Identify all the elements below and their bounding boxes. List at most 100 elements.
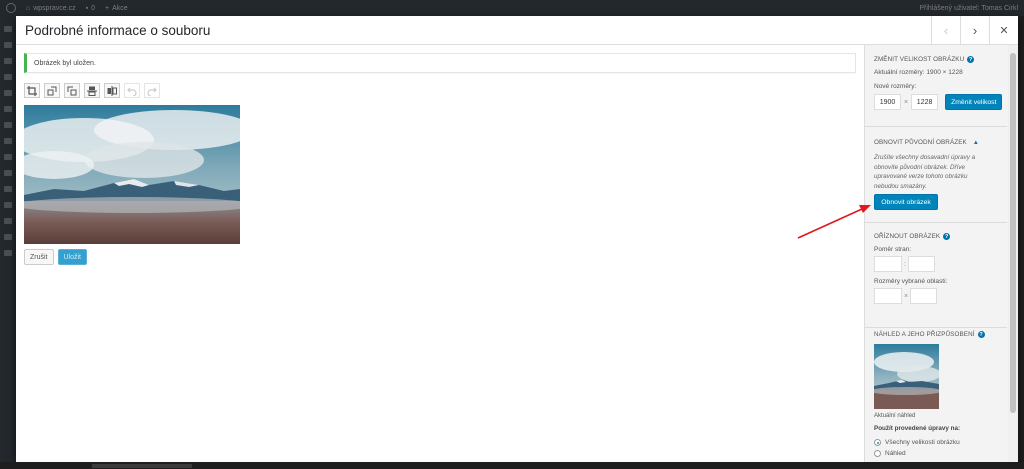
wordpress-logo-icon[interactable] <box>6 3 16 13</box>
notice-text: Obrázek byl uložen. <box>34 60 96 67</box>
chevron-right-icon: › <box>972 23 978 38</box>
selection-height-input[interactable] <box>910 288 938 304</box>
mountain-landscape-image <box>24 105 240 244</box>
sidebar-scrollbar-thumb[interactable] <box>1010 53 1016 413</box>
crop-icon <box>27 85 37 96</box>
thumbnail-preview <box>874 344 939 409</box>
menu-icon[interactable] <box>4 42 12 48</box>
menu-icon[interactable] <box>4 250 12 256</box>
crop-section: Oříznout obrázek ? Poměr stran: : Rozměr… <box>874 233 1004 304</box>
new-dimensions-label: Nové rozměry: <box>874 83 917 90</box>
close-icon: ✕ <box>999 25 1009 37</box>
background-footer-text <box>92 464 192 468</box>
scale-width-input[interactable]: 1900 <box>874 94 901 110</box>
scale-section: Změnit velikost obrázku ? Aktuální rozmě… <box>874 56 1004 110</box>
user-greeting: Přihlášený uživatel: Tomas Cirkl <box>919 4 1018 12</box>
apply-changes-label: Použít provedené úpravy na: <box>874 425 961 432</box>
crop-button[interactable] <box>24 83 40 98</box>
previous-button[interactable]: ‹ <box>931 16 960 45</box>
close-button[interactable]: ✕ <box>989 16 1018 45</box>
section-divider <box>865 222 1007 223</box>
crop-title: Oříznout obrázek ? <box>874 233 951 240</box>
help-icon[interactable]: ? <box>977 331 985 338</box>
editor-toolbar <box>24 83 160 98</box>
flip-vertical-icon <box>87 86 97 96</box>
flip-vertical-button[interactable] <box>84 83 100 98</box>
menu-icon[interactable] <box>4 122 12 128</box>
restore-image-button[interactable]: Obnovit obrázek <box>874 194 938 210</box>
ratio-separator: : <box>904 260 906 268</box>
current-thumbnail-label: Aktuální náhled <box>874 413 916 419</box>
thumbnail-section: Náhled a jeho přizpůsobení ? <box>874 331 1004 457</box>
menu-icon[interactable] <box>4 234 12 240</box>
background-strip <box>0 462 1024 469</box>
menu-icon[interactable] <box>4 170 12 176</box>
modal-body: Obrázek byl uložen. Zrušit Uložit ZMĚNIT… <box>16 45 1018 462</box>
site-name: wpspravce.cz <box>33 4 76 12</box>
undo-icon <box>127 87 137 96</box>
selection-width-input[interactable] <box>874 288 902 304</box>
section-divider <box>865 327 1007 328</box>
admin-bar-account[interactable]: Přihlášený uživatel: Tomas Cirkl <box>919 5 1018 12</box>
home-icon: ⌂ <box>26 4 31 12</box>
times-sign: × <box>904 292 909 300</box>
current-dimensions: Aktuální rozměry: 1900 × 1228 <box>874 69 963 76</box>
save-button[interactable]: Uložit <box>57 249 88 265</box>
image-preview[interactable] <box>24 105 240 244</box>
chevron-left-icon: ‹ <box>943 23 949 38</box>
selection-size-fields: × <box>874 288 1004 304</box>
comment-icon: ▪ <box>85 4 89 12</box>
menu-icon[interactable] <box>4 218 12 224</box>
menu-icon[interactable] <box>4 58 12 64</box>
menu-icon[interactable] <box>4 154 12 160</box>
scale-height-input[interactable]: 1228 <box>911 94 939 110</box>
help-icon[interactable]: ? <box>967 56 975 63</box>
next-button[interactable]: › <box>960 16 989 45</box>
modal-header: Podrobné informace o souboru ‹ › ✕ <box>16 16 1018 45</box>
menu-icon[interactable] <box>4 186 12 192</box>
aspect-ratio-width-input[interactable] <box>874 256 902 272</box>
menu-icon[interactable] <box>4 106 12 112</box>
menu-icon[interactable] <box>4 138 12 144</box>
editor-actions: Zrušit Uložit <box>24 249 88 265</box>
plus-icon: + <box>105 4 110 12</box>
admin-bar-comments[interactable]: ▪ 0 <box>86 5 95 12</box>
restore-section: Obnovit původní obrázek ▲ Zrušíte všechn… <box>874 139 1004 210</box>
apply-option-all[interactable]: Všechny velikosti obrázku <box>874 439 1004 446</box>
aspect-ratio-height-input[interactable] <box>907 256 935 272</box>
rotate-left-button[interactable] <box>44 83 60 98</box>
scale-title: Změnit velikost obrázku ? <box>874 56 975 63</box>
modal-title: Podrobné informace o souboru <box>25 23 211 38</box>
apply-option-thumbnail[interactable]: Náhled <box>874 450 1004 457</box>
comments-count: 0 <box>91 4 96 12</box>
admin-bar-site[interactable]: ⌂ wpspravce.cz <box>26 5 76 12</box>
rotate-left-icon <box>47 86 57 95</box>
redo-button[interactable] <box>144 83 160 98</box>
menu-icon[interactable] <box>4 74 12 80</box>
menu-icon[interactable] <box>4 90 12 96</box>
menu-icon[interactable] <box>4 26 12 32</box>
help-icon[interactable]: ? <box>943 233 951 240</box>
undo-button[interactable] <box>124 83 140 98</box>
section-divider <box>865 126 1007 127</box>
flip-horizontal-button[interactable] <box>104 83 120 98</box>
radio-icon[interactable] <box>874 450 881 457</box>
attachment-details-modal: Podrobné informace o souboru ‹ › ✕ Obráz… <box>16 16 1018 462</box>
admin-bar-new[interactable]: + Akce <box>105 5 128 12</box>
radio-checked-icon[interactable] <box>874 439 881 446</box>
admin-bar: ⌂ wpspravce.cz ▪ 0 + Akce Přihlášený uži… <box>0 0 1024 16</box>
selection-size-label: Rozměry vybrané oblasti: <box>874 278 948 285</box>
redo-icon <box>147 87 157 96</box>
rotate-right-button[interactable] <box>64 83 80 98</box>
image-editor: Obrázek byl uložen. Zrušit Uložit <box>16 45 864 462</box>
aspect-ratio-fields: : <box>874 256 1004 272</box>
times-sign: × <box>904 98 909 106</box>
cancel-button[interactable]: Zrušit <box>24 249 54 265</box>
scale-button[interactable]: Změnit velikost <box>945 94 1003 110</box>
admin-menu <box>0 16 16 469</box>
restore-title[interactable]: Obnovit původní obrázek ▲ <box>874 139 1004 146</box>
new-label: Akce <box>112 4 128 12</box>
rotate-right-icon <box>67 86 77 95</box>
menu-icon[interactable] <box>4 202 12 208</box>
image-settings-sidebar: Změnit velikost obrázku ? Aktuální rozmě… <box>864 45 1018 462</box>
